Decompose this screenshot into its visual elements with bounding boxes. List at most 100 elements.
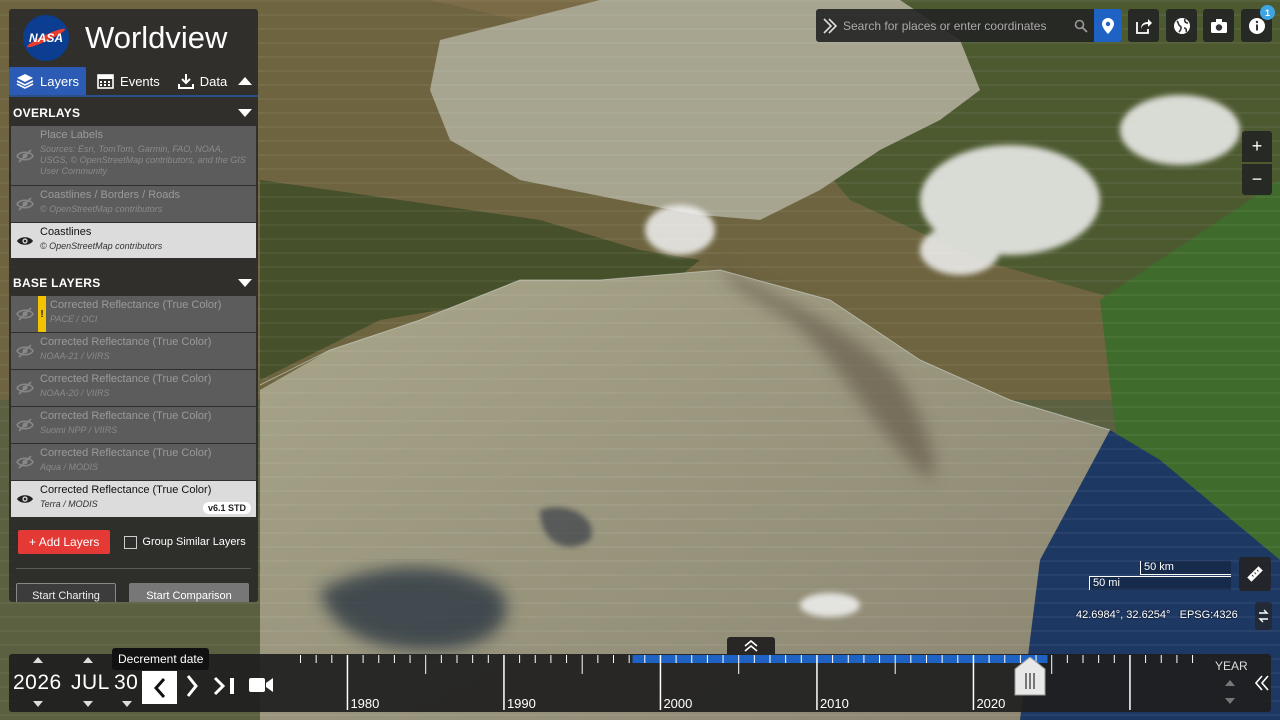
visibility-toggle[interactable]: [11, 296, 38, 332]
eye-slash-icon: [15, 344, 34, 358]
visibility-toggle[interactable]: [11, 186, 38, 222]
share-button[interactable]: [1128, 9, 1159, 42]
notification-badge: 1: [1260, 5, 1275, 20]
chevron-left-icon: [153, 677, 165, 698]
search-input[interactable]: Search for places or enter coordinates: [843, 19, 1074, 33]
scale-km-label: 50 km: [1144, 561, 1174, 573]
visibility-toggle[interactable]: [11, 333, 38, 369]
interval-up-icon[interactable]: [1225, 680, 1235, 686]
layer-place-labels[interactable]: Place Labels Sources: Esri, TomTom, Garmi…: [11, 126, 256, 185]
plus-icon: +: [29, 535, 39, 549]
tab-layers-label: Layers: [40, 73, 80, 89]
timeline-year-label: 1990: [507, 696, 536, 711]
visibility-toggle[interactable]: [11, 407, 38, 443]
decrement-date-button[interactable]: [142, 671, 177, 704]
year-decrement-icon[interactable]: [33, 701, 43, 707]
camera-icon: [1210, 18, 1227, 33]
layer-name: Place Labels: [40, 129, 103, 141]
info-icon: [1248, 17, 1265, 34]
app-brand: NASA Worldview: [9, 9, 258, 67]
month-decrement-icon[interactable]: [83, 701, 93, 707]
layer-source: NOAA-20 / VIIRS: [40, 388, 110, 398]
layer-suomi-npp-viirs[interactable]: Corrected Reflectance (True Color) Suomi …: [11, 407, 256, 443]
chevron-right-icon[interactable]: [819, 16, 841, 36]
location-search[interactable]: Search for places or enter coordinates: [816, 9, 1122, 42]
layer-coastlines[interactable]: Coastlines © OpenStreetMap contributors: [11, 223, 256, 258]
snapshot-button[interactable]: [1203, 9, 1234, 42]
layer-noaa21-viirs[interactable]: Corrected Reflectance (True Color) NOAA-2…: [11, 333, 256, 369]
layers-sidebar: NASA Worldview Layers Events Data OVERLA…: [9, 9, 258, 602]
collapse-timeline-button[interactable]: [1254, 674, 1269, 697]
visibility-toggle[interactable]: [11, 444, 38, 480]
visibility-toggle[interactable]: [11, 126, 38, 185]
layer-source: Aqua / MODIS: [40, 462, 99, 472]
chevron-right-icon: [186, 675, 198, 697]
measure-button[interactable]: [1239, 557, 1271, 591]
interval-down-icon[interactable]: [1225, 698, 1235, 704]
coordinates-readout: 42.6984°, 32.6254° EPSG:4326: [1076, 609, 1238, 621]
visibility-toggle[interactable]: [11, 370, 38, 406]
zoom-in-button[interactable]: +: [1242, 131, 1272, 162]
layer-aqua-modis[interactable]: Corrected Reflectance (True Color) Aqua /…: [11, 444, 256, 480]
layer-name: Corrected Reflectance (True Color): [40, 484, 212, 496]
month-increment-icon[interactable]: [83, 657, 93, 663]
share-icon: [1135, 18, 1152, 34]
place-marker-button[interactable]: [1094, 9, 1122, 42]
layer-coastlines-borders-roads[interactable]: Coastlines / Borders / Roads © OpenStreet…: [11, 186, 256, 222]
tab-events[interactable]: Events: [90, 67, 167, 95]
layer-name: Corrected Reflectance (True Color): [40, 447, 212, 459]
coordinate-format-button[interactable]: [1255, 602, 1272, 630]
start-comparison-button[interactable]: Start Comparison: [129, 583, 249, 602]
tab-data-label: Data: [199, 73, 228, 89]
start-charting-button[interactable]: Start Charting: [16, 583, 116, 602]
projection-button[interactable]: [1166, 9, 1197, 42]
jump-to-latest-button[interactable]: [213, 676, 237, 701]
layer-pace-oci[interactable]: ! Corrected Reflectance (True Color) PACE …: [11, 296, 256, 332]
warning-icon: !: [38, 296, 46, 332]
eye-icon: [16, 236, 33, 245]
visibility-toggle[interactable]: [11, 223, 38, 258]
checkbox-box[interactable]: [124, 535, 138, 549]
date-year[interactable]: 2026: [13, 671, 62, 695]
layer-name: Corrected Reflectance (True Color): [40, 410, 212, 422]
eye-slash-icon: [15, 197, 34, 211]
layer-source: © OpenStreetMap contributors: [40, 241, 163, 251]
timeline-drag-handle[interactable]: [1011, 656, 1049, 697]
timeline-axis[interactable]: 1980 1990 2000 2010 2020: [281, 654, 1204, 712]
base-layers-header[interactable]: BASE LAYERS: [9, 270, 258, 296]
expand-timeline-button[interactable]: [727, 637, 775, 654]
group-similar-layers-checkbox[interactable]: Group Similar Layers: [124, 535, 246, 549]
interval-label: YEAR: [1215, 659, 1248, 673]
add-layers-button[interactable]: + Add Layers: [18, 530, 111, 554]
chevron-up-icon: [238, 77, 253, 85]
caret-down-icon: [238, 109, 252, 117]
layer-terra-modis[interactable]: Corrected Reflectance (True Color) Terra …: [11, 481, 256, 517]
projection-label: EPSG:4326: [1179, 609, 1238, 621]
scale-mi-label: 50 mi: [1093, 577, 1120, 589]
nasa-logo[interactable]: NASA: [23, 15, 69, 61]
search-icon[interactable]: [1074, 19, 1088, 33]
info-button[interactable]: 1: [1241, 5, 1275, 42]
date-day[interactable]: 30: [114, 671, 138, 695]
overlays-header[interactable]: OVERLAYS: [9, 100, 258, 126]
collapse-sidebar-button[interactable]: [238, 67, 258, 95]
layer-name: Corrected Reflectance (True Color): [40, 373, 212, 385]
animation-button[interactable]: [248, 676, 274, 699]
chevron-double-up-icon: [744, 639, 758, 652]
increment-date-button[interactable]: [185, 674, 199, 703]
tab-data[interactable]: Data: [171, 67, 234, 95]
visibility-toggle[interactable]: [11, 481, 38, 517]
base-layers-title: BASE LAYERS: [13, 276, 101, 290]
tab-layers[interactable]: Layers: [9, 67, 87, 95]
layer-noaa20-viirs[interactable]: Corrected Reflectance (True Color) NOAA-2…: [11, 370, 256, 406]
year-increment-icon[interactable]: [33, 657, 43, 663]
sidebar-tabs: Layers Events Data: [9, 67, 258, 97]
timeline-year-label: 2020: [976, 696, 1005, 711]
date-month[interactable]: JUL: [71, 671, 110, 695]
day-decrement-icon[interactable]: [122, 701, 132, 707]
layer-name: Corrected Reflectance (True Color): [50, 299, 222, 311]
time-interval-selector[interactable]: YEAR: [1205, 654, 1255, 712]
zoom-out-button[interactable]: −: [1242, 164, 1272, 195]
tab-events-label: Events: [120, 73, 160, 89]
chevron-double-left-icon: [1254, 675, 1269, 691]
